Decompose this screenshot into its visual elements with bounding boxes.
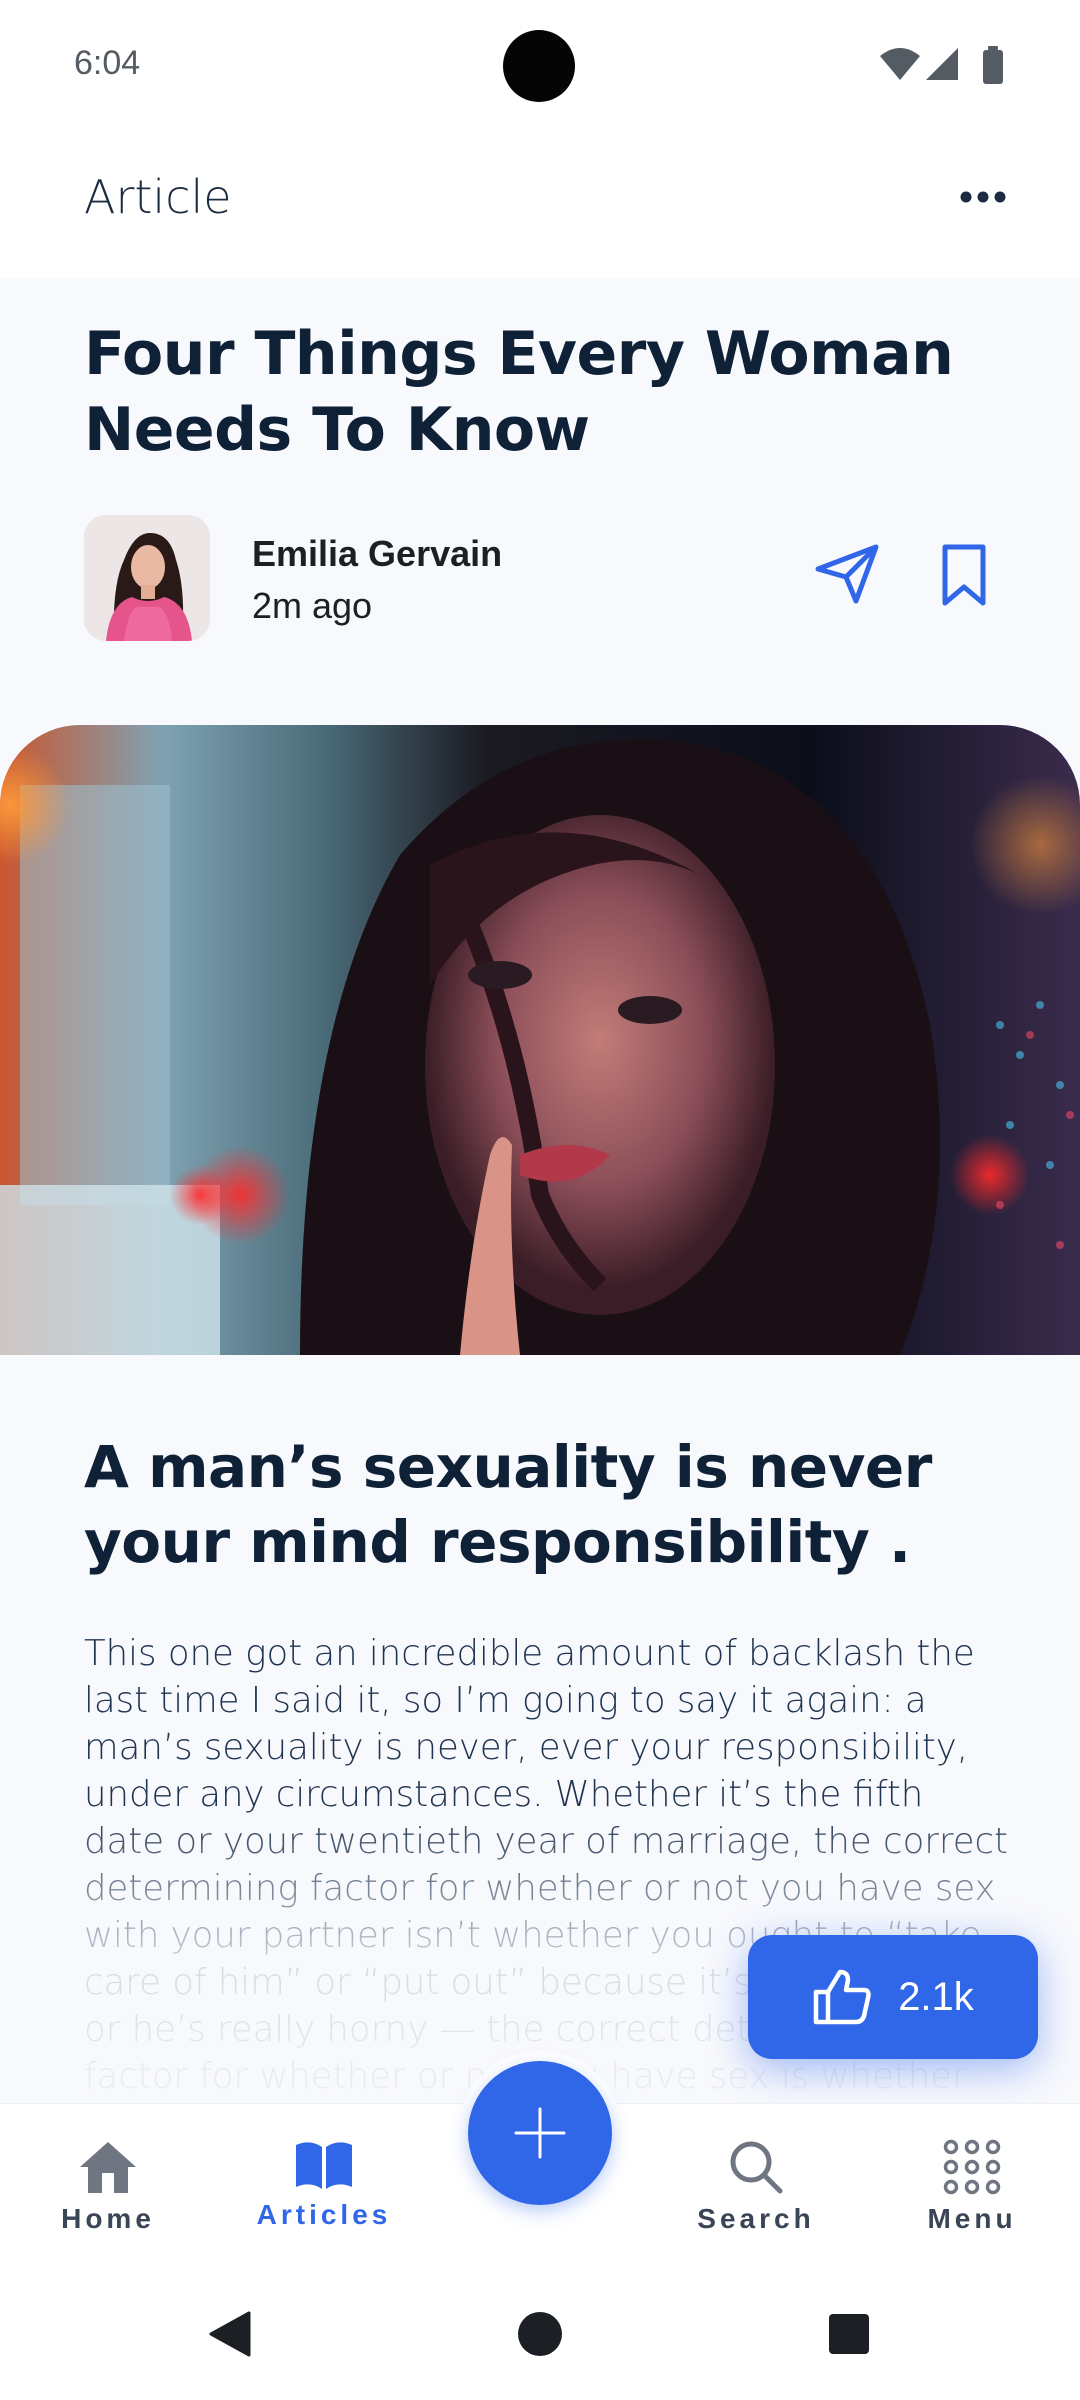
system-home-button[interactable] [500, 2294, 580, 2374]
home-circle-icon [518, 2312, 562, 2356]
system-back-button[interactable] [190, 2294, 270, 2374]
nav-item-search[interactable]: Search [681, 2139, 831, 2249]
nav-label-home: Home [61, 2203, 155, 2234]
hero-image [0, 725, 1080, 1355]
share-button[interactable] [814, 543, 890, 613]
system-recents-button[interactable] [809, 2294, 889, 2374]
book-open-icon [296, 2142, 352, 2189]
like-count: 2.1k [898, 1974, 974, 2019]
nav-item-home[interactable]: Home [33, 2139, 183, 2249]
status-time: 6:04 [74, 44, 141, 82]
hero-photo [0, 725, 1080, 1355]
signal-icon [926, 48, 958, 80]
author-name[interactable]: Emilia Gervain [252, 533, 502, 575]
author-avatar[interactable] [84, 515, 210, 641]
nav-item-menu[interactable]: Menu [897, 2139, 1047, 2249]
wifi-icon [880, 48, 920, 80]
bookmark-button[interactable] [940, 543, 1000, 613]
nav-label-articles: Articles [256, 2199, 392, 2230]
phone-screen: 6:04 Article Four Things Every Woman Nee… [0, 0, 1080, 2400]
back-icon [209, 2311, 251, 2357]
section-heading: A man’s sexuality is never your mind res… [84, 1433, 932, 1576]
more-horizontal-icon [960, 191, 1006, 203]
recents-icon [829, 2314, 869, 2354]
nav-label-menu: Menu [927, 2203, 1017, 2234]
plus-icon [514, 2107, 566, 2159]
camera-cutout [503, 30, 575, 102]
add-article-button[interactable] [468, 2061, 612, 2205]
grid-icon [943, 2139, 1001, 2195]
post-time: 2m ago [252, 585, 373, 626]
more-options-button[interactable] [948, 172, 1018, 222]
search-icon [730, 2141, 783, 2194]
home-icon [80, 2142, 136, 2193]
avatar-image [84, 515, 210, 641]
send-icon [815, 544, 879, 604]
status-bar: 6:04 [0, 0, 1080, 130]
article-title: Four Things Every Woman Needs To Know [84, 319, 954, 465]
like-button[interactable]: 2.1k [748, 1935, 1038, 2059]
thumbs-up-icon [813, 1969, 871, 2025]
page-title: Article [84, 170, 232, 224]
status-icons [878, 46, 1008, 86]
bookmark-icon [942, 544, 986, 606]
system-navigation-bar [0, 2276, 1080, 2400]
nav-item-articles[interactable]: Articles [249, 2139, 399, 2249]
app-header: Article [0, 130, 1080, 278]
battery-icon [983, 46, 1003, 84]
nav-label-search: Search [697, 2203, 815, 2234]
article-content[interactable]: Four Things Every Woman Needs To Know Em… [0, 278, 1080, 2103]
author-row: Emilia Gervain 2m ago [84, 515, 1014, 641]
